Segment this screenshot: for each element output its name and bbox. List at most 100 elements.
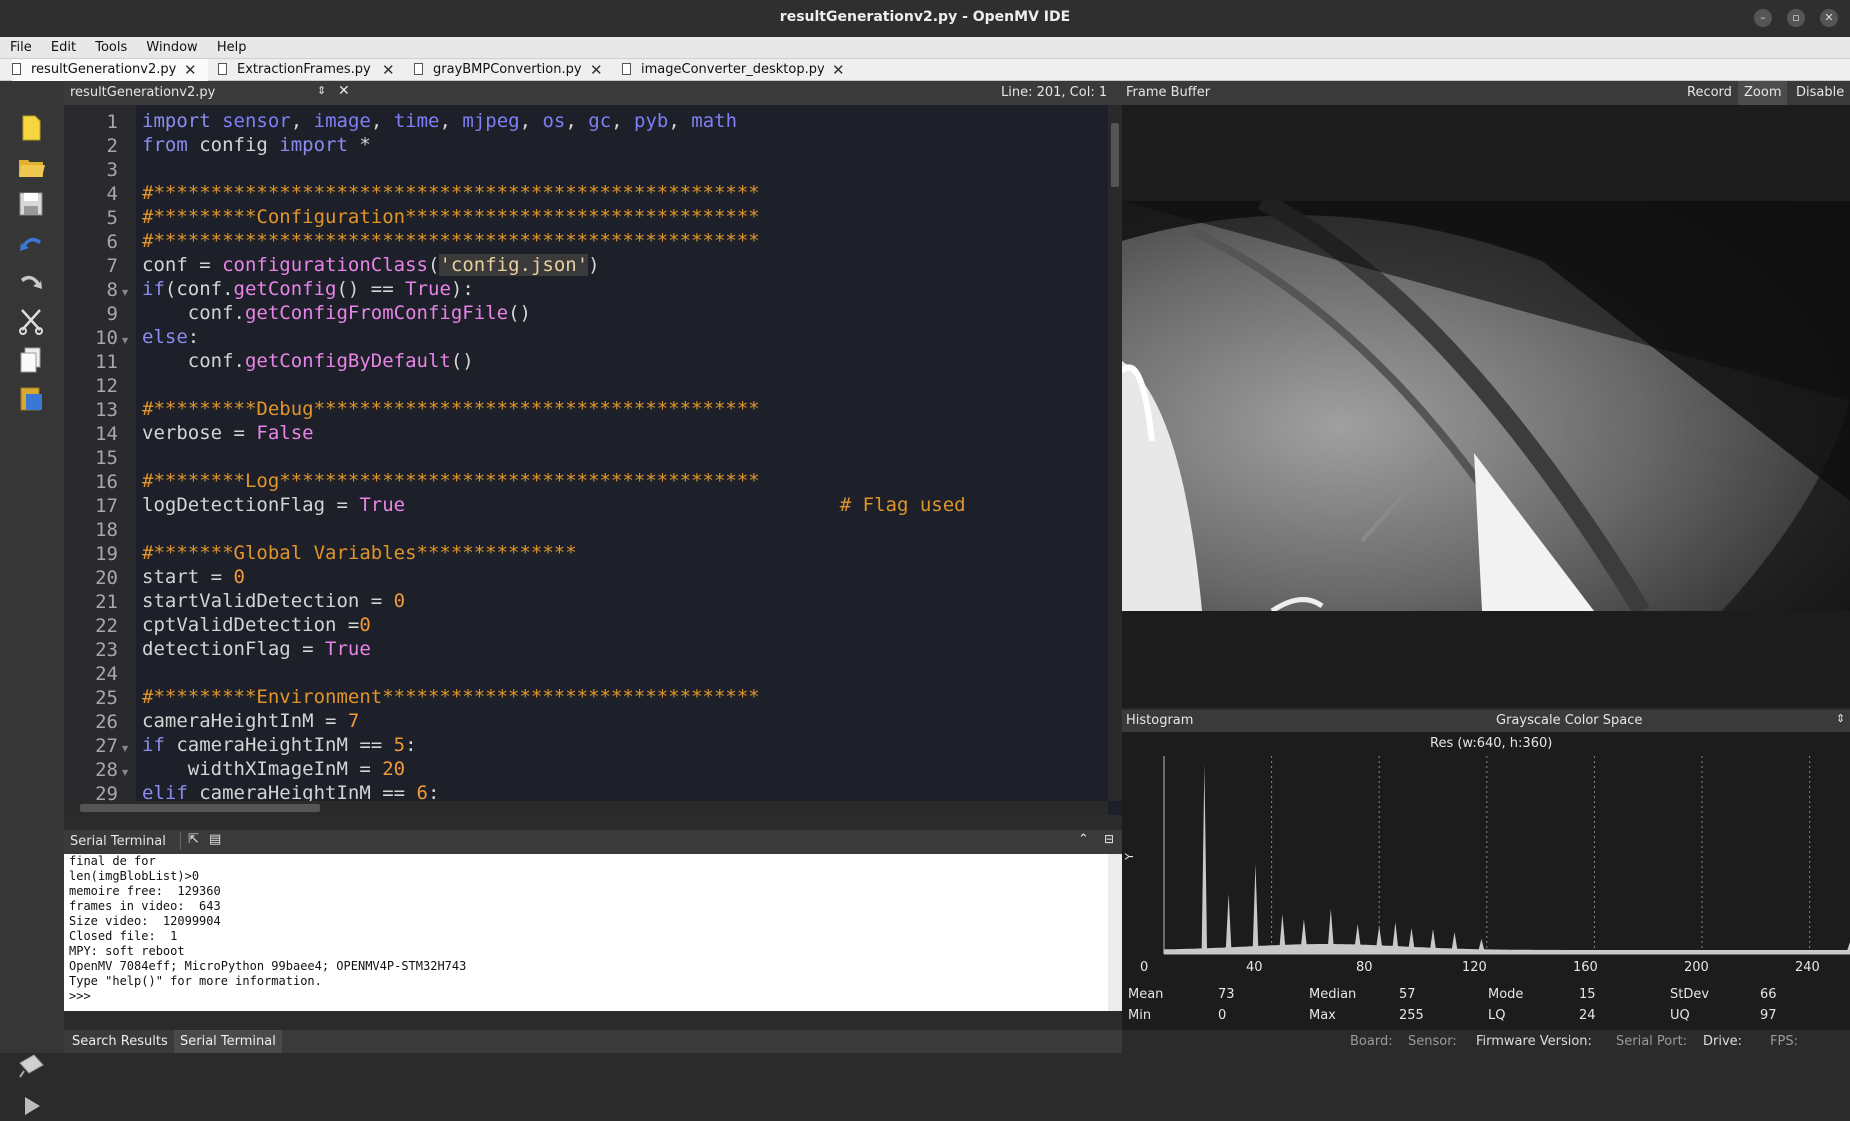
stat-value: 57 bbox=[1399, 987, 1416, 1002]
sensor-status: Sensor: bbox=[1408, 1034, 1457, 1049]
file-tab-resultgeneration[interactable]: resultGenerationv2.py ✕ bbox=[12, 59, 208, 81]
code-line: #***************************************… bbox=[142, 182, 760, 204]
code-line: #*********Configuration*****************… bbox=[142, 206, 760, 228]
fold-marker-icon[interactable]: ▼ bbox=[122, 744, 128, 753]
open-folder-icon[interactable] bbox=[16, 151, 46, 181]
maximize-button[interactable]: ▫ bbox=[1787, 9, 1805, 27]
stat-value: 73 bbox=[1218, 987, 1235, 1002]
close-editor-icon[interactable]: ✕ bbox=[338, 83, 350, 99]
color-space-select[interactable]: Grayscale Color Space bbox=[1496, 713, 1642, 728]
file-tab-label: ExtractionFrames.py bbox=[237, 62, 371, 77]
serial-vertical-scrollbar[interactable] bbox=[1108, 854, 1122, 1011]
line-number: 15 bbox=[95, 447, 118, 469]
code-line: detectionFlag = True bbox=[142, 638, 371, 660]
histogram-chart bbox=[1163, 756, 1850, 955]
histogram-header: Histogram Grayscale Color Space ⇕ bbox=[1122, 710, 1850, 732]
editor-vertical-scrollbar[interactable] bbox=[1108, 105, 1122, 801]
current-file-selector[interactable]: resultGenerationv2.py bbox=[70, 85, 215, 100]
status-bar: Board: Sensor: Firmware Version: Serial … bbox=[1122, 1030, 1850, 1053]
code-line: conf = configurationClass('config.json') bbox=[142, 254, 600, 276]
close-tab-icon[interactable]: ✕ bbox=[184, 59, 197, 81]
stat-label: Max bbox=[1309, 1008, 1336, 1023]
left-toolbar bbox=[0, 81, 64, 1115]
line-number: 23 bbox=[95, 639, 118, 661]
collapse-panel-icon[interactable]: ⌃ bbox=[1078, 832, 1089, 847]
line-number: 20 bbox=[95, 567, 118, 589]
file-icon bbox=[414, 63, 423, 75]
line-number: 9 bbox=[106, 303, 118, 325]
code-editor[interactable]: 1 2 3 4 5 6 7 8 9 10 11 12 13 14 15 16 1… bbox=[64, 105, 1122, 815]
code-line: cameraHeightInM = 7 bbox=[142, 710, 360, 732]
line-number: 3 bbox=[106, 159, 118, 181]
close-tab-icon[interactable]: ✕ bbox=[590, 59, 603, 81]
close-tab-icon[interactable]: ✕ bbox=[382, 59, 395, 81]
serial-terminal-output[interactable]: final de for len(imgBlobList)>0 memoire … bbox=[64, 854, 1122, 1011]
connect-icon[interactable] bbox=[16, 1051, 46, 1081]
clear-terminal-icon[interactable]: ⇱ bbox=[188, 832, 199, 847]
paste-icon[interactable] bbox=[16, 383, 46, 413]
x-tick: 80 bbox=[1356, 960, 1373, 975]
line-number: 21 bbox=[95, 591, 118, 613]
editor-horizontal-scrollbar[interactable] bbox=[64, 801, 1108, 815]
file-tab-label: resultGenerationv2.py bbox=[31, 62, 177, 77]
float-panel-icon[interactable]: ⊟ bbox=[1104, 832, 1114, 846]
drive-status[interactable]: Drive: bbox=[1703, 1034, 1742, 1049]
stat-label: Mean bbox=[1128, 987, 1164, 1002]
code-line: #***************************************… bbox=[142, 230, 760, 252]
stat-label: UQ bbox=[1670, 1008, 1690, 1023]
menu-tools[interactable]: Tools bbox=[95, 37, 127, 55]
zoom-button[interactable]: Zoom bbox=[1738, 81, 1788, 105]
file-icon bbox=[622, 63, 631, 75]
fold-marker-icon[interactable]: ▼ bbox=[122, 288, 128, 297]
close-window-button[interactable]: ✕ bbox=[1820, 9, 1838, 27]
menu-window[interactable]: Window bbox=[146, 37, 197, 55]
serial-port-status: Serial Port: bbox=[1616, 1034, 1688, 1049]
code-line: conf.getConfigFromConfigFile() bbox=[142, 302, 531, 324]
minimize-button[interactable]: – bbox=[1754, 9, 1772, 27]
redo-icon[interactable] bbox=[16, 267, 46, 297]
scroll-thumb[interactable] bbox=[1111, 123, 1119, 187]
chevron-down-icon[interactable]: ⇕ bbox=[1836, 712, 1845, 725]
line-number: 7 bbox=[106, 255, 118, 277]
serial-output-text: final de for len(imgBlobList)>0 memoire … bbox=[69, 854, 467, 1003]
fold-marker-icon[interactable]: ▼ bbox=[122, 768, 128, 777]
file-tab-graybmpconvertion[interactable]: grayBMPConvertion.py ✕ bbox=[414, 59, 610, 81]
line-number: 5 bbox=[106, 207, 118, 229]
tab-serial-terminal[interactable]: Serial Terminal bbox=[174, 1030, 282, 1053]
line-number: 26 bbox=[95, 711, 118, 733]
menu-file[interactable]: File bbox=[10, 37, 32, 55]
record-button[interactable]: Record bbox=[1687, 85, 1732, 100]
copy-icon[interactable] bbox=[16, 345, 46, 375]
close-tab-icon[interactable]: ✕ bbox=[832, 59, 845, 81]
cursor-position: Line: 201, Col: 1 bbox=[1001, 85, 1108, 100]
save-terminal-icon[interactable]: ▤ bbox=[209, 832, 221, 847]
line-number: 2 bbox=[106, 135, 118, 157]
line-number: 11 bbox=[95, 351, 118, 373]
new-file-icon[interactable] bbox=[16, 113, 46, 143]
code-line: if cameraHeightInM == 5: bbox=[142, 734, 417, 756]
file-dropdown-icon[interactable]: ⇕ bbox=[317, 84, 326, 97]
code-line: from config import * bbox=[142, 134, 371, 156]
fold-marker-icon[interactable]: ▼ bbox=[122, 336, 128, 345]
save-icon[interactable] bbox=[16, 189, 46, 219]
line-number: 27 bbox=[95, 735, 118, 757]
line-number: 8 bbox=[106, 279, 118, 301]
code-line: cptValidDetection =0 bbox=[142, 614, 371, 636]
undo-icon[interactable] bbox=[16, 229, 46, 259]
run-icon[interactable] bbox=[16, 1091, 46, 1121]
tab-search-results[interactable]: Search Results bbox=[72, 1034, 168, 1049]
file-tab-extractionframes[interactable]: ExtractionFrames.py ✕ bbox=[218, 59, 398, 81]
scroll-thumb[interactable] bbox=[80, 804, 320, 812]
stat-value: 24 bbox=[1579, 1008, 1596, 1023]
cut-icon[interactable] bbox=[16, 306, 46, 336]
menu-help[interactable]: Help bbox=[217, 37, 247, 55]
disable-button[interactable]: Disable bbox=[1796, 85, 1844, 100]
board-status: Board: bbox=[1350, 1034, 1393, 1049]
stat-value: 66 bbox=[1760, 987, 1777, 1002]
file-tab-label: grayBMPConvertion.py bbox=[433, 62, 582, 77]
code-line: logDetectionFlag = True # Flag used bbox=[142, 494, 966, 516]
firmware-status[interactable]: Firmware Version: bbox=[1476, 1034, 1592, 1049]
file-tab-imageconverter[interactable]: imageConverter_desktop.py ✕ bbox=[622, 59, 852, 81]
menu-edit[interactable]: Edit bbox=[51, 37, 76, 55]
editor-header: resultGenerationv2.py ⇕ ✕ Line: 201, Col… bbox=[64, 81, 1122, 105]
